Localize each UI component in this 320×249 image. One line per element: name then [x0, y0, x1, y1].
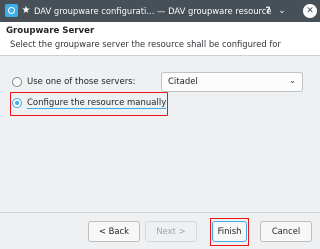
help-icon[interactable]: ?: [262, 5, 274, 17]
page-header: Groupware Server Select the groupware se…: [0, 22, 320, 56]
app-icon: [5, 4, 18, 17]
server-select[interactable]: Citadel ⌄: [161, 72, 303, 92]
manual-option-highlight: [10, 92, 168, 116]
close-icon[interactable]: ✕: [303, 4, 317, 18]
cancel-button[interactable]: Cancel: [260, 221, 312, 242]
use-server-label: Use one of those servers:: [27, 77, 136, 87]
back-button[interactable]: < Back: [88, 221, 140, 242]
pin-icon[interactable]: ★: [20, 5, 32, 17]
chevron-down-icon: ⌄: [289, 76, 296, 85]
finish-button-highlight: [210, 218, 249, 246]
page-title: Groupware Server: [6, 26, 95, 36]
window-title: DAV groupware configurati... — DAV group…: [34, 6, 272, 16]
minimize-icon[interactable]: ⌄: [276, 5, 288, 17]
footer-separator: [0, 212, 320, 213]
title-bar: ★ DAV groupware configurati... — DAV gro…: [0, 0, 320, 22]
page-subtitle: Select the groupware server the resource…: [10, 39, 281, 49]
use-server-radio[interactable]: [12, 77, 22, 87]
use-server-option[interactable]: Use one of those servers:: [12, 75, 135, 89]
wizard-window: ★ DAV groupware configurati... — DAV gro…: [0, 0, 320, 249]
server-select-value: Citadel: [168, 77, 198, 87]
next-button[interactable]: Next >: [145, 221, 197, 242]
